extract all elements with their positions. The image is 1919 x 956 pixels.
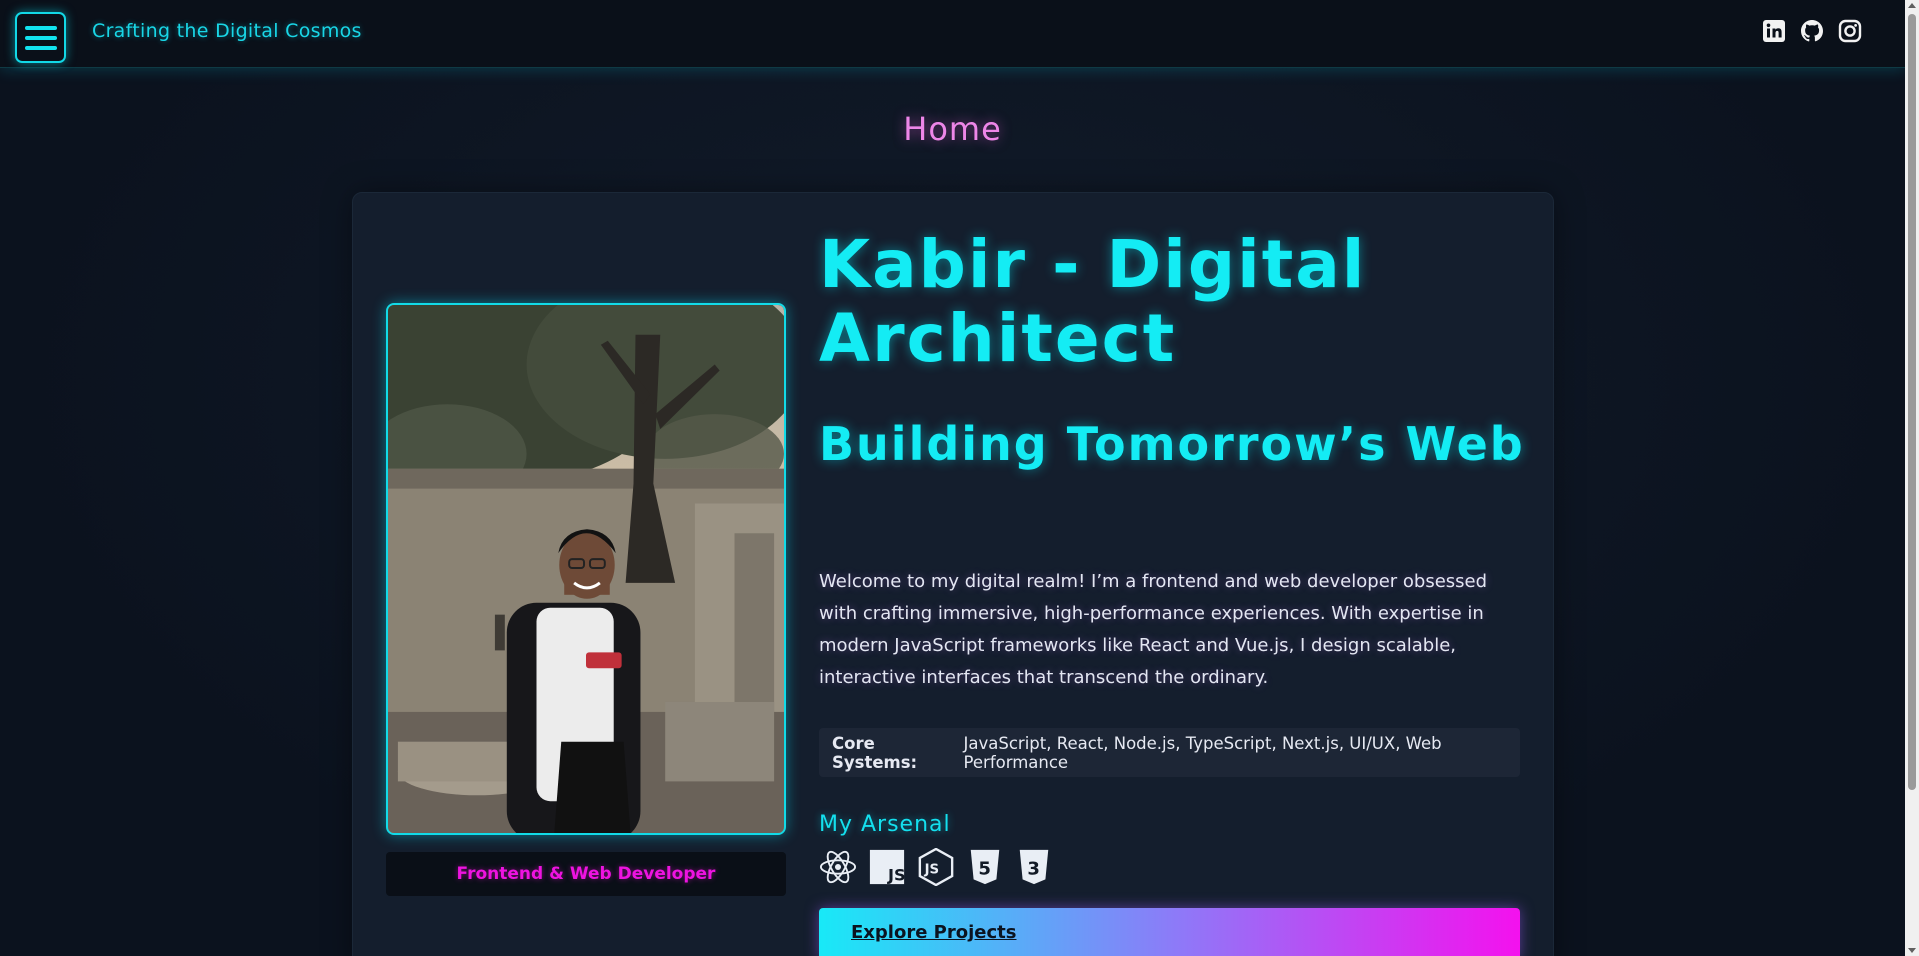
svg-text:3: 3 (1027, 859, 1040, 880)
instagram-icon[interactable] (1837, 18, 1863, 44)
explore-projects-button[interactable]: Explore Projects (819, 908, 1520, 956)
menu-bar-line (24, 45, 57, 50)
scroll-down-arrow-icon[interactable] (1908, 948, 1916, 953)
top-navbar: Crafting the Digital Cosmos (0, 0, 1905, 68)
scroll-up-arrow-icon[interactable] (1908, 3, 1916, 8)
site-title[interactable]: Crafting the Digital Cosmos (92, 20, 362, 42)
svg-text:5: 5 (978, 859, 991, 880)
hero-title: Kabir - Digital Architect (819, 226, 1367, 377)
html5-icon: 5 (966, 848, 1004, 886)
role-badge: Frontend & Web Developer (386, 852, 786, 896)
scrollbar-thumb[interactable] (1908, 14, 1916, 790)
menu-bar-line (24, 35, 57, 40)
social-links (1761, 18, 1863, 44)
react-icon (819, 848, 857, 886)
page-title: Home (903, 110, 1002, 148)
linkedin-icon[interactable] (1761, 18, 1787, 44)
svg-text:JS: JS (887, 865, 906, 884)
intro-paragraph: Welcome to my digital realm! I’m a front… (819, 571, 1488, 688)
arsenal-heading: My Arsenal (819, 812, 951, 837)
core-systems-box: Core Systems: JavaScript, React, Node.js… (819, 728, 1520, 777)
svg-text:JS: JS (924, 863, 940, 878)
javascript-icon: JS (868, 848, 906, 886)
profile-photo (386, 303, 786, 835)
hamburger-menu-button[interactable] (15, 12, 66, 63)
github-icon[interactable] (1799, 18, 1825, 44)
vertical-scrollbar[interactable] (1905, 0, 1919, 956)
core-systems-label: Core Systems: (832, 733, 918, 772)
nodejs-icon: JS (917, 848, 955, 886)
tech-icon-list: JS JS 5 3 (819, 848, 1053, 886)
menu-bar-line (24, 25, 57, 30)
core-systems-value: JavaScript, React, Node.js, TypeScript, … (963, 733, 1442, 772)
hero-subtitle: Building Tomorrow’s Web (819, 417, 1525, 471)
css3-icon: 3 (1015, 848, 1053, 886)
